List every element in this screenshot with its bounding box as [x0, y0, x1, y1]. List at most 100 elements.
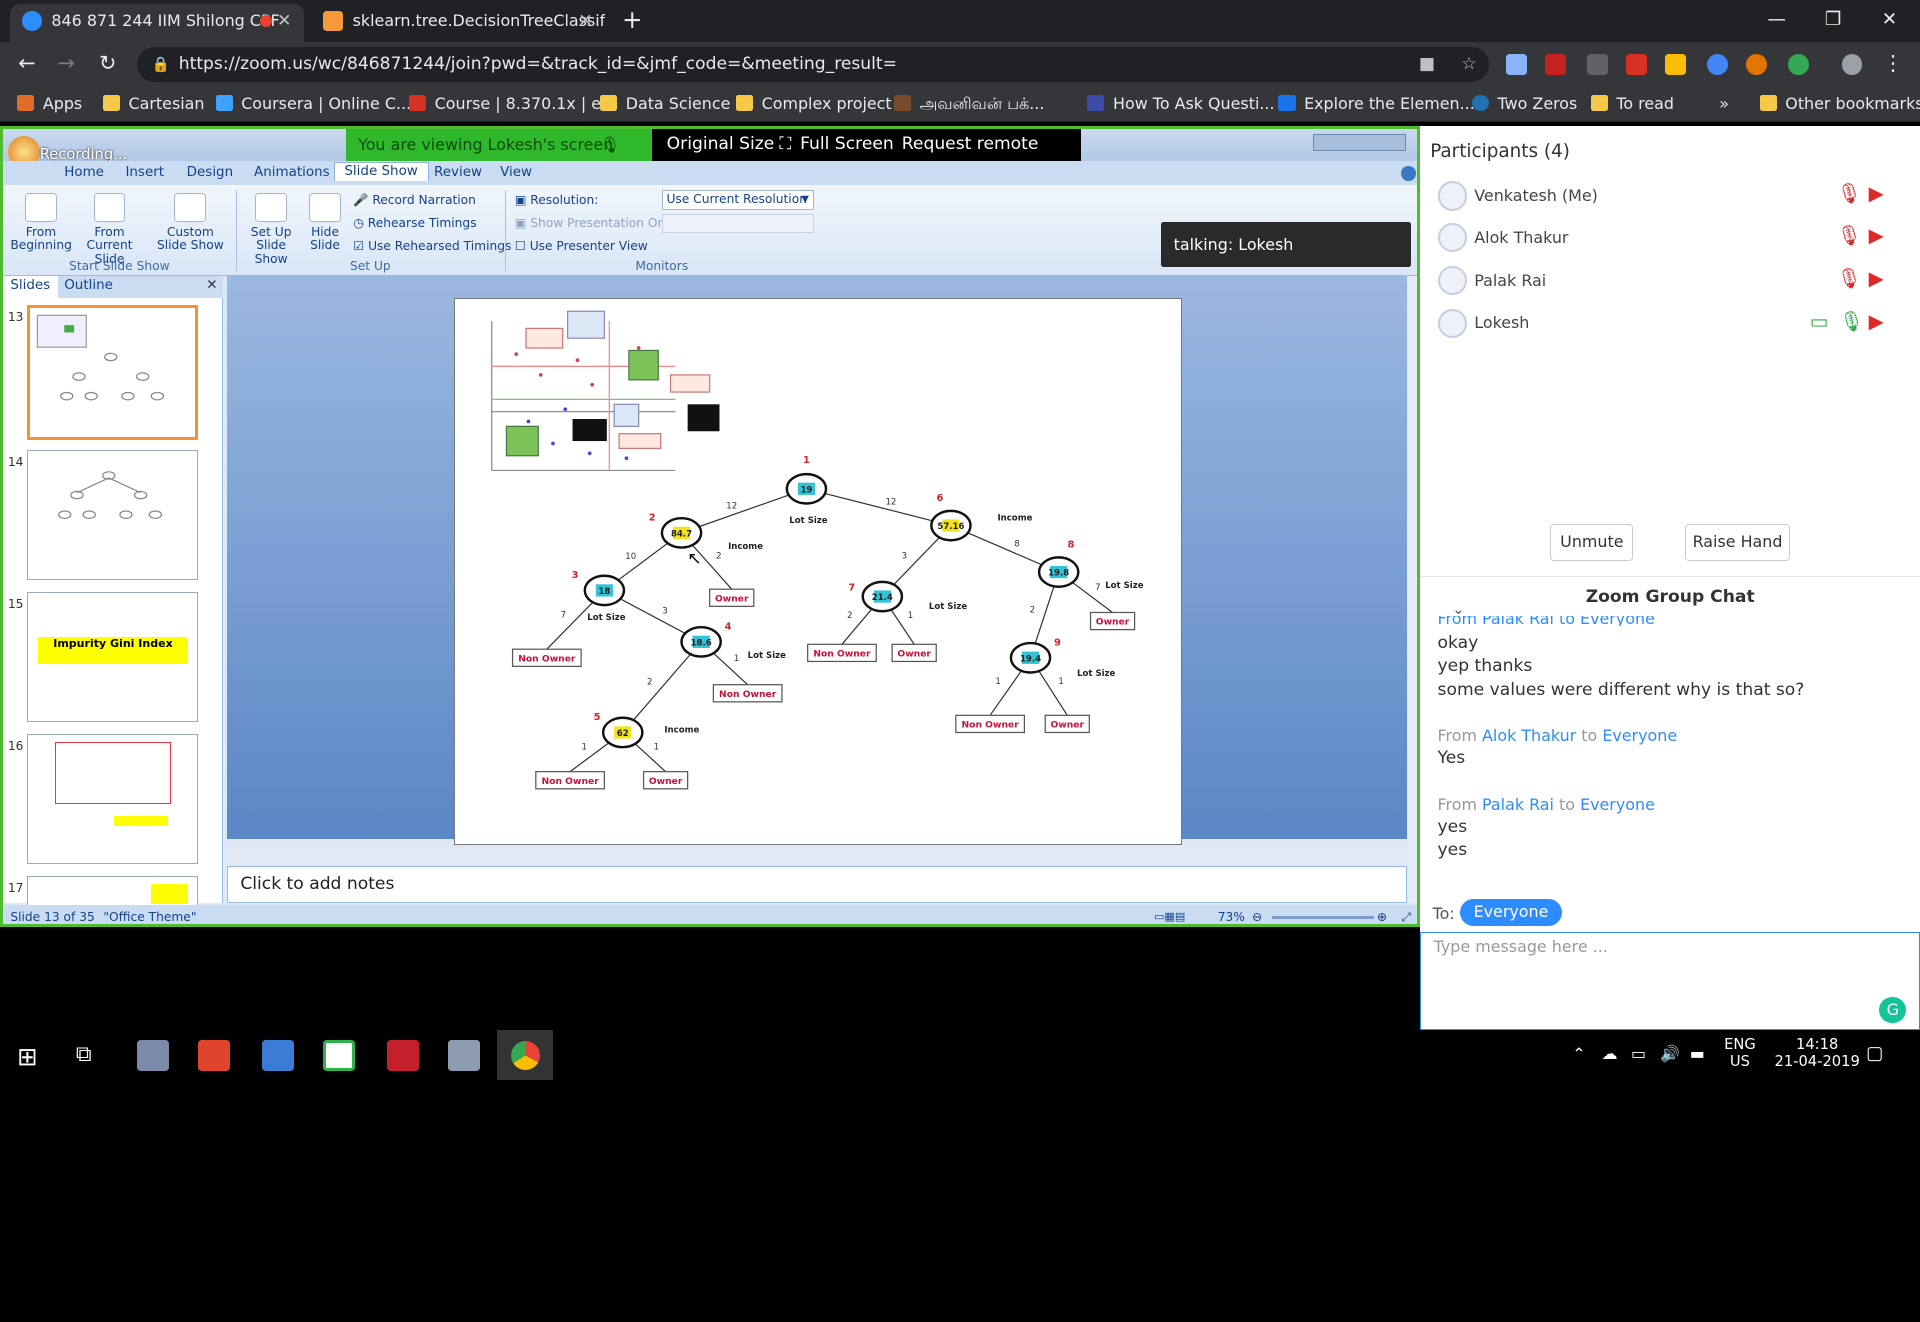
bookmark-tamil[interactable]: அவனிவன் பக்... — [893, 93, 1044, 115]
recipient-select[interactable]: Everyone — [1459, 898, 1563, 926]
custom-slide-show-button[interactable]: Custom Slide Show — [152, 192, 228, 253]
zoom-in-icon[interactable]: ⊕ — [1377, 905, 1387, 923]
extension-icon[interactable] — [1706, 53, 1728, 75]
evernote-app-icon[interactable] — [323, 1039, 356, 1072]
notes-pane[interactable]: Click to add notes — [227, 866, 1408, 903]
app-icon[interactable] — [448, 1039, 480, 1072]
show-on-select[interactable] — [661, 213, 814, 234]
extension-icon[interactable] — [1665, 53, 1687, 75]
close-pane-icon[interactable]: ✕ — [206, 278, 217, 293]
set-up-slide-show-button[interactable]: Set Up Slide Show — [241, 192, 302, 266]
participant-row[interactable]: Venkatesh (Me) 🎙 ▶ — [1433, 178, 1911, 215]
bookmark-how-to-ask[interactable]: How To Ask Questi... — [1087, 93, 1275, 115]
raise-hand-button[interactable]: Raise Hand — [1684, 524, 1791, 561]
outline-tab[interactable]: Outline — [64, 278, 113, 293]
record-narration-button[interactable]: 🎤 Record Narration — [353, 193, 476, 207]
language-indicator[interactable]: ENG US — [1724, 1036, 1756, 1070]
bookmark-two-zeros[interactable]: Two Zeros — [1471, 93, 1577, 115]
address-bar[interactable]: 🔒 https://zoom.us/wc/846871244/join?pwd=… — [137, 46, 1489, 83]
grammarly-icon[interactable]: G — [1879, 996, 1907, 1024]
menu-kebab-icon[interactable]: ⋮ — [1878, 49, 1907, 78]
chat-input[interactable]: Type message here ... G — [1420, 931, 1920, 1030]
ribbon-tab-design[interactable]: Design — [187, 165, 233, 180]
profile-avatar-icon[interactable] — [1841, 53, 1863, 75]
bookmark-other[interactable]: Other bookmarks — [1759, 93, 1920, 115]
back-icon[interactable]: ← — [12, 49, 41, 78]
tab-sklearn[interactable]: sklearn.tree.DecisionTreeClassifie ✕ — [311, 4, 605, 42]
tray-chevron-icon[interactable]: ⌃ — [1572, 1044, 1585, 1063]
forward-icon[interactable]: → — [51, 49, 80, 78]
zoom-slider[interactable] — [1271, 916, 1375, 919]
use-rehearsed-timings-checkbox[interactable]: ☑ Use Rehearsed Timings — [353, 239, 511, 253]
task-view-icon[interactable]: ⧉ — [76, 1042, 92, 1067]
resolution-select[interactable]: Use Current Resolution ▼ — [661, 190, 814, 210]
ribbon-tab-home[interactable]: Home — [64, 165, 104, 180]
extension-icon[interactable] — [1626, 53, 1647, 75]
extension-icon[interactable] — [1586, 53, 1608, 75]
ribbon-tab-review[interactable]: Review — [434, 165, 482, 180]
bookmark-data-science[interactable]: Data Science — [600, 93, 730, 115]
slide-thumbnail-13[interactable] — [27, 305, 198, 441]
use-presenter-view-checkbox[interactable]: ☐ Use Presenter View — [515, 239, 648, 253]
full-screen-button[interactable]: Full Screen — [800, 129, 894, 161]
bookmark-to-read[interactable]: To read — [1590, 93, 1674, 115]
ribbon-tab-slide-show[interactable]: Slide Show — [333, 162, 429, 181]
fit-window-icon[interactable]: ⤢ — [1401, 905, 1411, 923]
participant-row[interactable]: Lokesh ▭ 🎙 ▶ — [1433, 305, 1911, 342]
windows-start-icon[interactable]: ⊞ — [17, 1042, 38, 1071]
notifications-icon[interactable]: ▢ — [1866, 1043, 1883, 1064]
restore-icon[interactable]: ❐ — [1805, 5, 1861, 34]
sender-name[interactable]: Palak Rai — [1482, 795, 1554, 814]
slide-thumbnail-14[interactable] — [27, 449, 198, 580]
ppt-window-controls[interactable] — [1313, 134, 1407, 152]
tab-zoom-meeting[interactable]: 846 871 244 IIM Shilong CPF ✕ — [9, 3, 304, 42]
slide-thumbnail-16[interactable] — [27, 734, 198, 864]
extension-icon[interactable] — [1506, 53, 1527, 75]
ribbon-tab-animations[interactable]: Animations — [254, 165, 330, 180]
close-tab-icon[interactable]: ✕ — [277, 4, 291, 38]
close-tab-icon[interactable]: ✕ — [578, 4, 592, 38]
participant-row[interactable]: Palak Rai 🎙 ▶ — [1433, 262, 1911, 299]
close-window-icon[interactable]: ✕ — [1861, 5, 1917, 34]
vertical-scrollbar[interactable] — [1407, 276, 1418, 903]
sender-name[interactable]: Alok Thakur — [1482, 726, 1576, 745]
app-icon[interactable] — [198, 1039, 231, 1072]
camera-blocked-icon[interactable]: ■ — [1419, 47, 1435, 83]
volume-icon[interactable]: 🔊 — [1660, 1044, 1680, 1063]
help-icon[interactable] — [1401, 165, 1417, 181]
current-slide[interactable]: 19 Lot Size 1 84.7 Income 2 57.16 Income 6 18 Lot … — [453, 298, 1183, 846]
bookmark-cartesian[interactable]: Cartesian — [102, 93, 205, 115]
new-tab-icon[interactable]: + — [622, 5, 643, 34]
chrome-taskbar-item[interactable] — [497, 1029, 554, 1080]
bookmark-apps[interactable]: Apps — [17, 93, 82, 115]
battery-icon[interactable]: ▬ — [1690, 1044, 1705, 1063]
zoom-out-icon[interactable]: ⊖ — [1252, 905, 1262, 923]
bookmark-course[interactable]: Course | 8.370.1x | e... — [408, 93, 616, 115]
ribbon-tab-insert[interactable]: Insert — [125, 165, 164, 180]
extension-icon[interactable] — [1746, 53, 1767, 75]
ribbon-tab-view[interactable]: View — [500, 165, 532, 180]
app-icon[interactable] — [137, 1039, 169, 1072]
extension-icon[interactable] — [1545, 53, 1567, 75]
shared-screen[interactable]: Recording... You are viewing Lokesh's sc… — [0, 126, 1421, 927]
minimize-icon[interactable]: — — [1749, 5, 1805, 34]
bookmark-coursera[interactable]: Coursera | Online C... — [215, 93, 411, 115]
participant-row[interactable]: Alok Thakur 🎙 ▶ — [1433, 219, 1911, 256]
evernote-extension-icon[interactable] — [1787, 53, 1809, 75]
bookmarks-overflow[interactable]: » — [1695, 93, 1729, 115]
from-beginning-button[interactable]: From Beginning — [10, 192, 72, 253]
hide-slide-button[interactable]: Hide Slide — [304, 192, 346, 253]
calendar-app-icon[interactable] — [262, 1039, 294, 1072]
app-icon[interactable] — [386, 1039, 419, 1072]
unmute-button[interactable]: Unmute — [1550, 524, 1634, 561]
from-current-slide-button[interactable]: From Current Slide — [74, 192, 145, 266]
slide-thumbnail-15[interactable]: Impurity Gini Index — [27, 591, 198, 722]
reload-icon[interactable]: ↻ — [93, 49, 122, 78]
bookmark-star-icon[interactable]: ☆ — [1461, 47, 1476, 83]
bookmark-complex-project[interactable]: Complex project — [735, 93, 892, 115]
bookmark-explore[interactable]: Explore the Elemen... — [1278, 93, 1475, 115]
onedrive-icon[interactable]: ☁ — [1602, 1044, 1618, 1063]
slides-tab[interactable]: Slides — [3, 276, 58, 299]
rehearse-timings-button[interactable]: ◷ Rehearse Timings — [353, 216, 476, 230]
view-buttons-icon[interactable]: ▭▦▤ — [1154, 905, 1185, 923]
